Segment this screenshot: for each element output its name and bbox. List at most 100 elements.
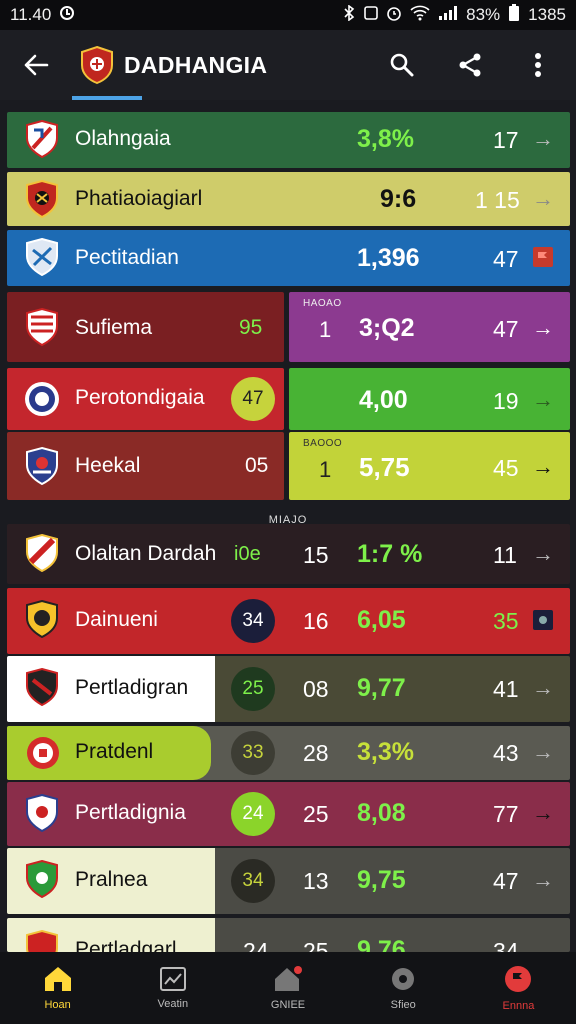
share-button[interactable] [440,35,500,95]
team-percentage: 4,00 [359,386,408,414]
list-item[interactable]: BAOOO 1 5,75 45 → [289,432,570,500]
nav-sfieo[interactable]: Sfieo [346,952,461,1024]
team-score-circle: 25 [231,667,275,711]
title-tab[interactable]: DADHANGIA [72,30,273,100]
row-index: 1 [319,317,332,342]
team-percentage: 9,77 [357,674,406,702]
team-percentage: 5,75 [359,452,410,482]
wifi-icon [410,5,430,26]
list-item[interactable]: Olahngaia 3,8% 17 → [7,112,570,168]
list-item[interactable]: 4,00 19 → [289,368,570,430]
team-score: 95 [239,316,263,339]
arrow-right-icon[interactable]: → [532,675,554,701]
arrow-right-icon[interactable]: → [532,800,554,826]
team-name: Pertladigran [75,676,189,699]
team-score-circle: 24 [231,792,275,836]
club-badge-icon [26,238,58,276]
status-clock: 1385 [528,5,566,24]
list-item[interactable]: Pertladigran 25 08 9,77 41 → [7,656,570,722]
club-crest-icon [81,45,113,85]
notification-icon [59,5,75,26]
team-points: 47 [493,316,519,342]
arrow-right-icon[interactable]: → [532,454,554,480]
row-tag: BAOOO [303,438,343,449]
list-item[interactable]: Pratdenl 33 28 3,3% 43 → [7,726,570,780]
team-percentage: 8,08 [357,799,406,827]
arrow-right-icon[interactable]: → [532,315,554,341]
team-score: 47 [242,388,264,409]
nfc-icon [364,5,378,26]
arrow-right-icon[interactable]: → [532,541,554,567]
list-item[interactable]: Pralnea 34 13 9,75 47 → [7,848,570,914]
club-badge-icon [26,534,58,572]
nav-veatin[interactable]: Veatin [115,952,230,1024]
nav-ennna[interactable]: Ennna [461,952,576,1024]
arrow-right-icon[interactable]: → [532,126,554,152]
row-index: 16 [303,608,329,634]
battery-level: 83% [466,5,501,24]
nav-home[interactable]: Hoan [0,952,115,1024]
nav-label: GNIEE [270,999,306,1011]
club-badge-icon [26,180,58,218]
flag-icon [505,966,532,992]
arrow-right-icon[interactable]: → [532,739,554,765]
club-badge-icon [26,600,58,638]
club-badge-icon [26,860,58,898]
team-name: Dainueni [75,608,158,631]
arrow-right-icon[interactable]: → [532,867,554,893]
list-item[interactable]: Pertladgarl 24 25 9,76 34 [7,918,570,952]
standings-list[interactable]: Olahngaia 3,8% 17 → Phatiaoiagiarl 9:6 1… [0,100,576,952]
row-index: 08 [303,676,329,702]
app-title: DADHANGIA [124,51,268,78]
list-item[interactable]: Sufiema 95 [7,292,284,362]
team-name: Sufiema [75,316,153,339]
search-button[interactable] [372,35,432,95]
team-score-circle: 47 [231,377,275,421]
team-percentage: 6,05 [357,606,406,634]
team-points: 43 [493,740,519,766]
club-badge-icon [26,307,58,347]
more-vert-icon [535,53,541,77]
arrow-right-icon[interactable]: → [532,387,554,413]
alarm-icon [386,5,402,26]
team-percentage: 9,75 [357,866,406,894]
red-flag-icon[interactable] [532,246,554,268]
list-item[interactable]: Pertladignia 24 25 8,08 77 → [7,782,570,846]
club-badge-icon [26,930,58,952]
list-item[interactable]: Phatiaoiagiarl 9:6 1 15 → [7,172,570,226]
list-item[interactable]: Dainueni 34 16 6,05 35 [7,588,570,654]
team-score: 33 [242,742,264,763]
team-percentage: 9:6 [380,185,417,213]
back-button[interactable] [0,30,72,100]
team-percentage: 1,396 [357,244,420,272]
settings-icon [392,968,415,990]
team-score: 34 [242,610,264,631]
nav-gniee[interactable]: GNIEE [230,952,345,1024]
team-score: i0e [234,543,261,565]
chart-icon [159,967,186,991]
share-icon [459,53,481,77]
club-badge-icon [26,120,58,158]
list-item[interactable]: Pectitadian 1,396 47 [7,230,570,286]
emblem-icon[interactable] [532,609,554,631]
list-item[interactable]: HAOAO 1 3;Q2 47 → [289,292,570,362]
list-item[interactable]: Olaltan Dardah i0e 15 1:7 % 11 → [7,524,570,584]
more-options-button[interactable] [508,35,568,95]
team-percentage: 1:7 % [357,540,423,568]
list-item[interactable]: Perotondigaia 47 [7,368,284,430]
arrow-right-icon[interactable]: → [532,186,554,212]
app-bar: DADHANGIA [0,30,576,100]
team-name: Pertladgarl [75,938,177,952]
team-name: Pralnea [75,868,148,891]
row-index: 25 [303,938,329,952]
team-name: Olaltan Dardah [75,542,217,565]
signal-icon [438,5,458,26]
row-tag: HAOAO [303,298,342,309]
team-score-circle: 34 [231,599,275,643]
club-badge-icon [27,737,59,769]
team-points: 45 [493,455,519,481]
team-name: Olahngaia [75,127,171,150]
house-notification-icon [275,966,302,991]
list-item[interactable]: Heekal 05 [7,432,284,500]
team-score: 25 [242,678,264,699]
